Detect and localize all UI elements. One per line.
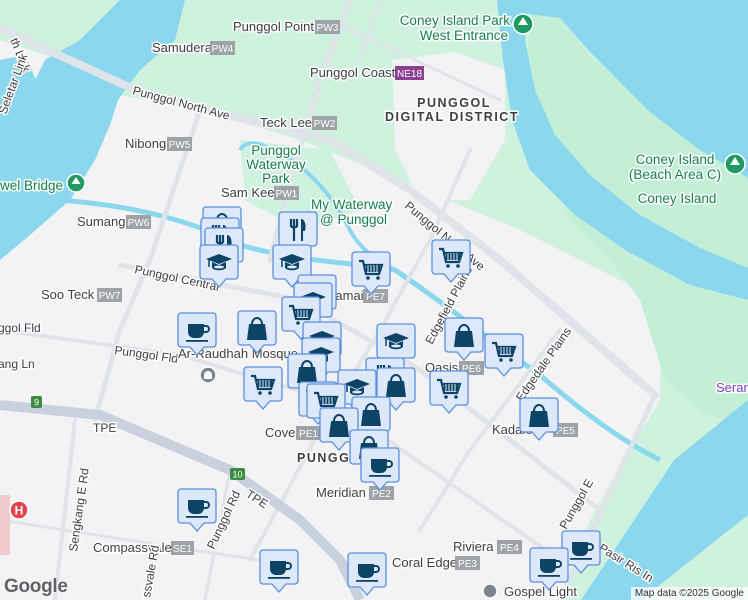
station-code-pw1: PW1 — [276, 189, 298, 200]
station-nibong[interactable]: Nibong — [124, 135, 168, 153]
poi-coney-island-beach-line2[interactable]: (Beach Area C) — [627, 166, 722, 184]
station-code-pe3: PE3 — [458, 559, 477, 570]
station-code-pw5: PW5 — [169, 140, 191, 151]
route-shield-9: 9 — [31, 396, 42, 408]
station-code-ne18: NE18 — [397, 69, 422, 80]
church-icon[interactable] — [482, 583, 498, 599]
park-pin-icon[interactable] — [512, 13, 534, 35]
map-data-credit[interactable]: Map data ©2025 Google — [630, 587, 748, 600]
poi-gospel-light[interactable]: Gospel Light — [503, 583, 579, 600]
station-code-pe5: PE5 — [556, 426, 575, 437]
station-cove[interactable]: Cove — [264, 424, 297, 442]
station-teck-lee[interactable]: Teck Lee — [259, 114, 314, 132]
poi-coney-island-park-west-line2[interactable]: West Entrance — [418, 27, 509, 45]
area-label-serangoon: Seran — [716, 380, 748, 395]
park-pin-icon[interactable] — [724, 153, 746, 175]
poi-punggol-waterway-park[interactable]: Punggol — [250, 142, 303, 160]
svg-text:10: 10 — [232, 470, 242, 480]
park-pin-icon[interactable] — [66, 173, 86, 193]
station-code-pw3: PW3 — [317, 23, 339, 34]
station-punggol-point[interactable]: Punggol Point — [232, 18, 316, 36]
station-riviera[interactable]: Riviera — [452, 538, 496, 556]
svg-text:H: H — [15, 504, 24, 518]
road-label-ang-ln: ang Ln — [0, 357, 35, 371]
map-canvas[interactable]: 9 10 th Link Seletar Link Punggol Point … — [0, 0, 748, 600]
road-label-tpe: TPE — [93, 421, 116, 435]
station-code-pe7: PE7 — [366, 292, 385, 303]
poi-my-waterway-line2[interactable]: @ Punggol — [319, 211, 389, 229]
poi-jewel-bridge[interactable]: wel Bridge — [0, 177, 65, 195]
station-sam-kee[interactable]: Sam Kee — [220, 184, 276, 202]
poi-punggol-waterway-park-line3[interactable]: Park — [261, 170, 292, 188]
station-code-pe2: PE2 — [372, 489, 391, 500]
route-shield-10: 10 — [230, 468, 245, 480]
station-code-pw4: PW4 — [212, 44, 234, 55]
google-logo[interactable]: Google — [4, 576, 68, 598]
poi-coney-island[interactable]: Coney Island — [636, 190, 718, 208]
area-label-digital-district: DIGITAL DISTRICT — [385, 110, 519, 124]
svg-text:9: 9 — [34, 398, 39, 408]
station-code-se1: SE1 — [173, 544, 192, 555]
station-code-pw2: PW2 — [314, 119, 336, 130]
station-code-pe1: PE1 — [299, 429, 318, 440]
station-meridian[interactable]: Meridian — [315, 484, 368, 502]
mosque-icon[interactable] — [199, 366, 217, 384]
area-label-punggol: PUNGGOL — [417, 96, 491, 110]
road-label-ggol-fld: ggol Fld — [0, 321, 41, 335]
station-soo-teck[interactable]: Soo Teck — [40, 286, 97, 304]
poi-coney-island-park-west[interactable]: Coney Island Park — [398, 12, 512, 30]
station-sumang[interactable]: Sumang — [76, 213, 127, 231]
station-samudera[interactable]: Samudera — [151, 39, 215, 57]
station-coral-edge[interactable]: Coral Edge — [391, 554, 459, 572]
station-code-pw7: PW7 — [99, 291, 121, 302]
station-punggol-coast[interactable]: Punggol Coast — [309, 64, 398, 82]
station-code-pe4: PE4 — [500, 543, 519, 554]
station-code-pw6: PW6 — [128, 218, 150, 229]
poi-punggol-waterway-park-line2[interactable]: Waterway — [245, 156, 308, 174]
poi-coney-island-beach[interactable]: Coney Island — [634, 151, 716, 169]
poi-my-waterway[interactable]: My Waterway — [310, 196, 395, 214]
